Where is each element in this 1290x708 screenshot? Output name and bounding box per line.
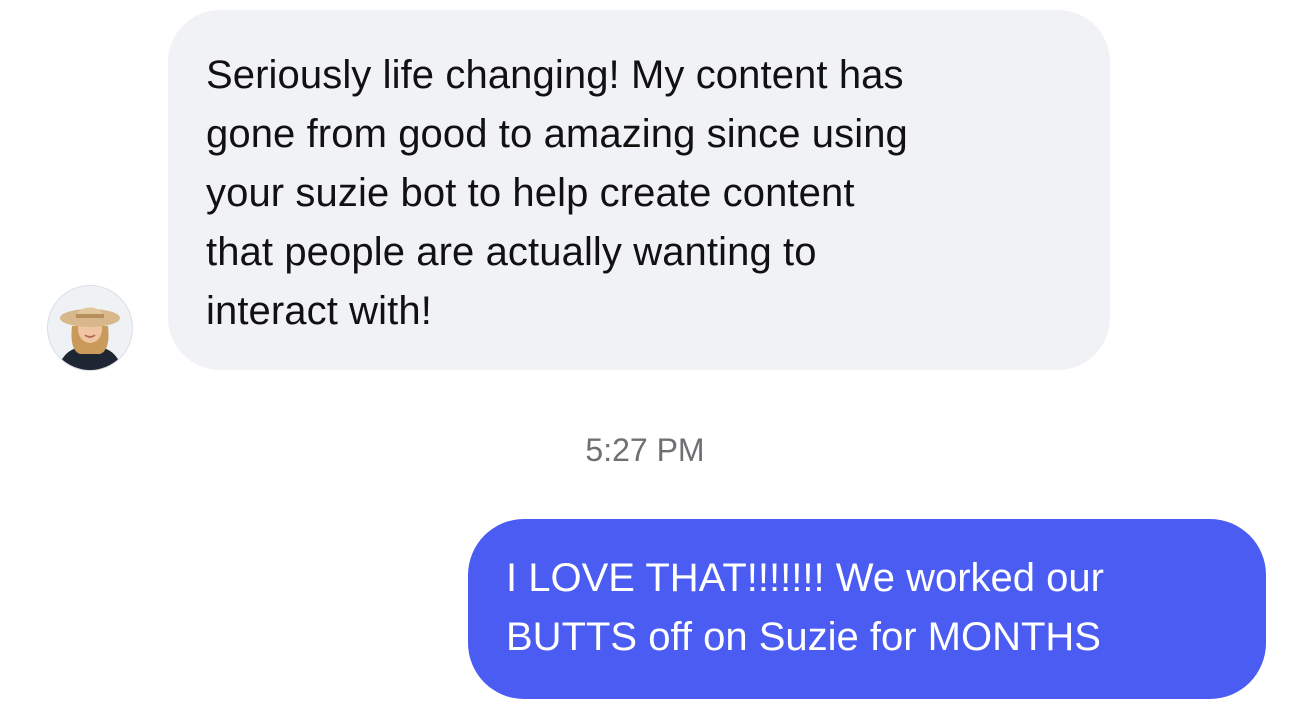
message-timestamp: 5:27 PM	[585, 432, 705, 468]
message-thread: Seriously life changing! My content has …	[0, 0, 1290, 708]
outgoing-message-bubble[interactable]: I LOVE THAT!!!!!!! We worked our BUTTS o…	[468, 519, 1266, 699]
contact-avatar-icon	[48, 286, 132, 370]
incoming-message-bubble[interactable]: Seriously life changing! My content has …	[168, 10, 1110, 370]
contact-avatar[interactable]	[48, 286, 132, 370]
